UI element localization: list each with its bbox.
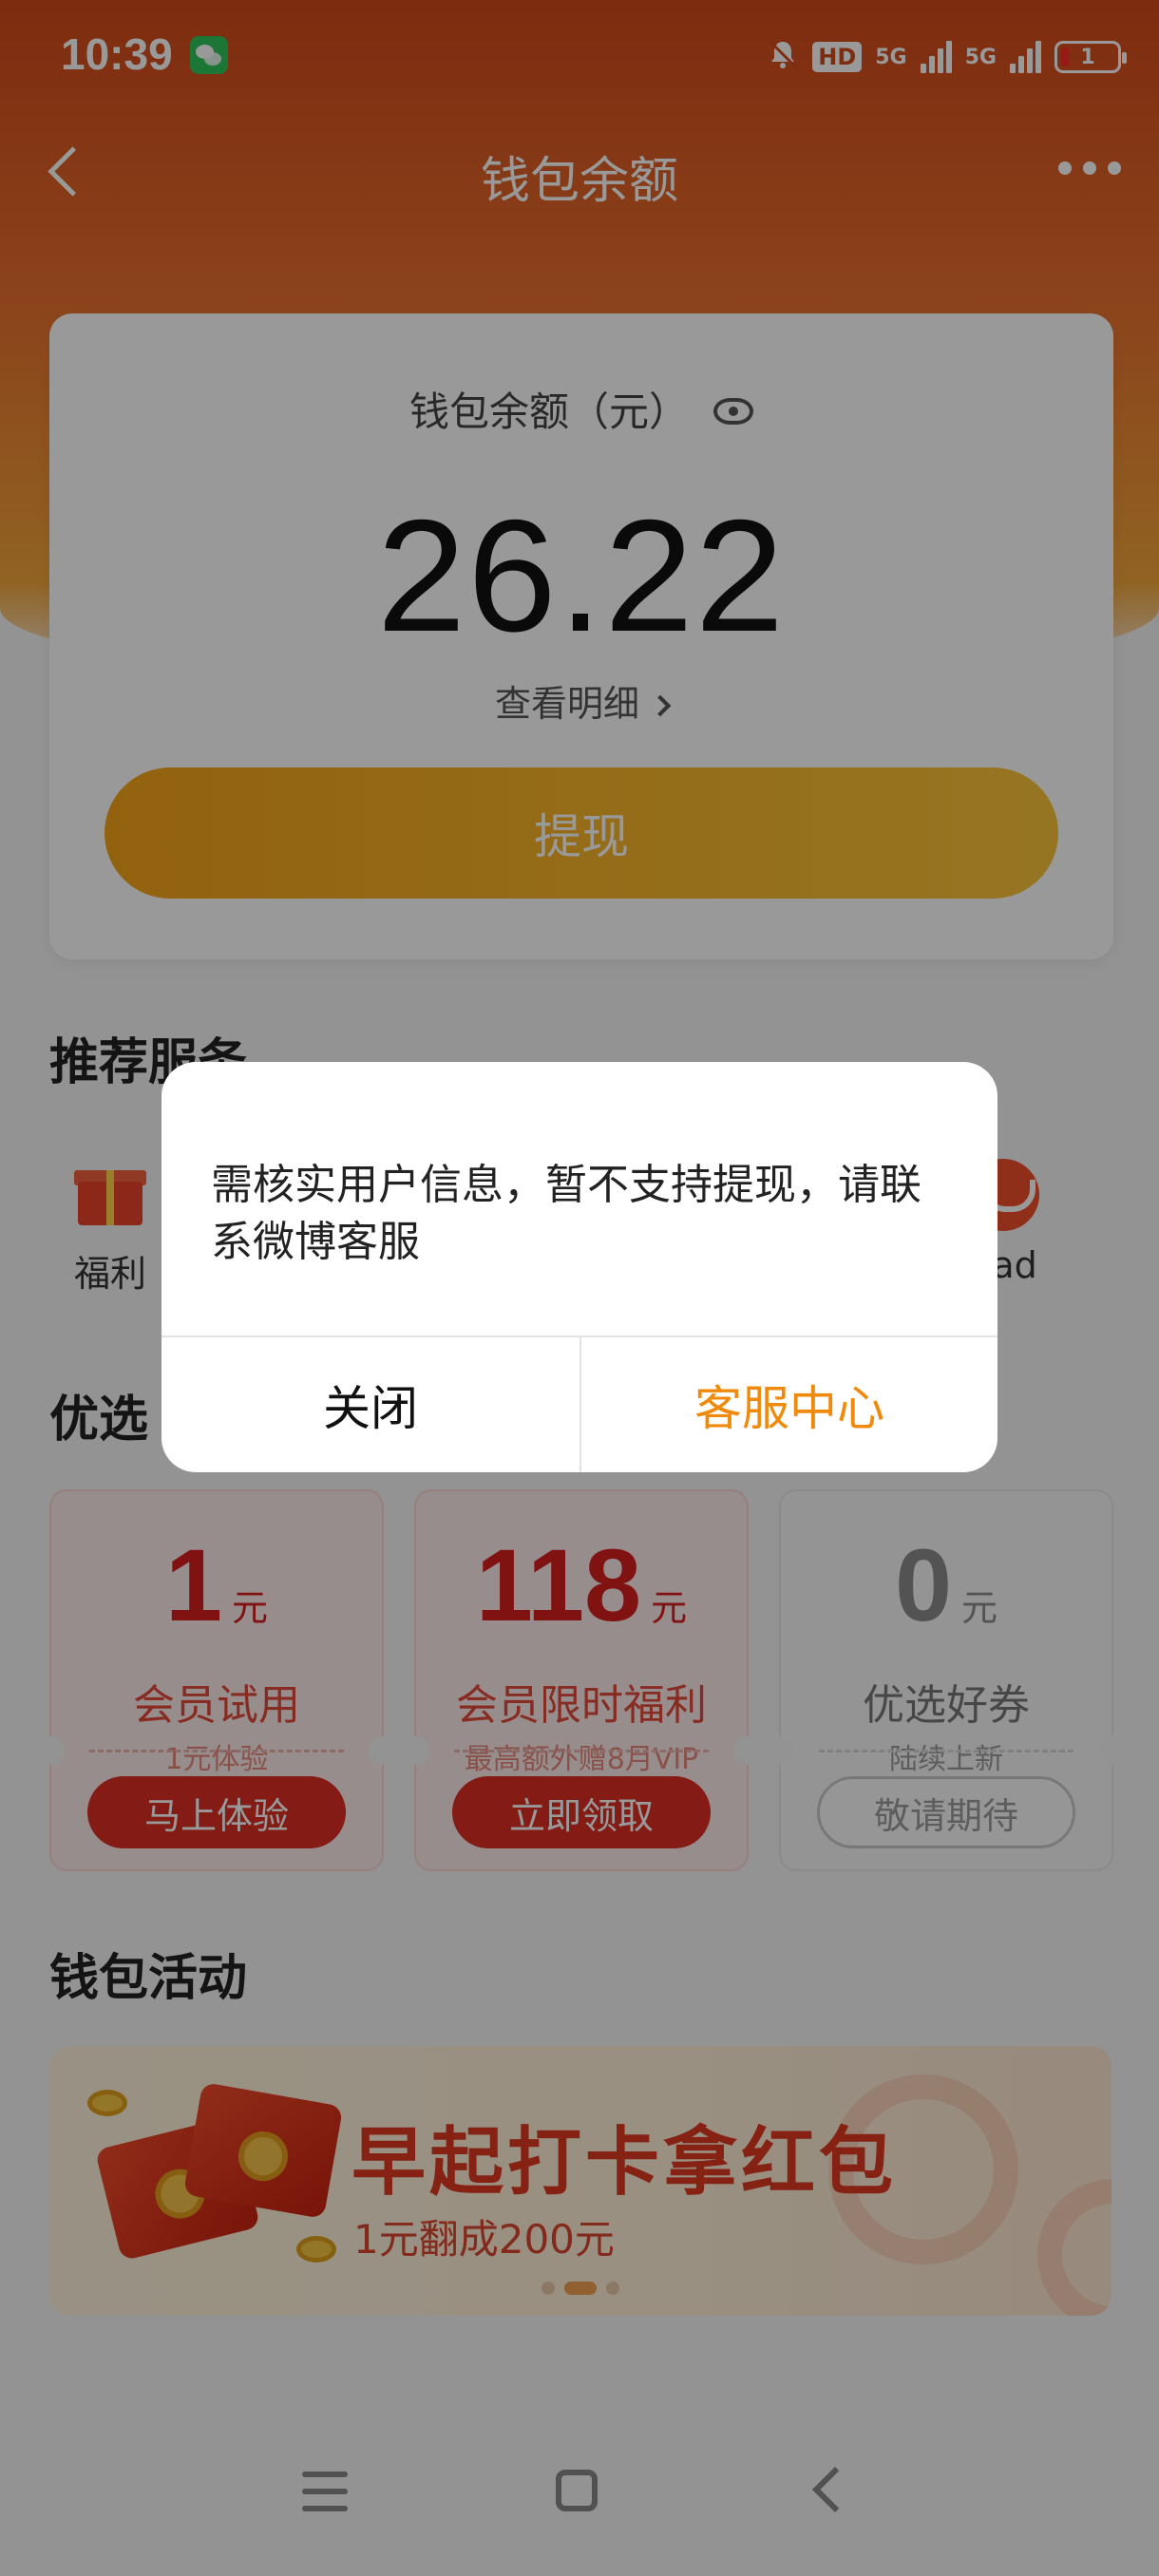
customer-service-button[interactable]: 客服中心: [580, 1337, 998, 1472]
dialog-message: 需核实用户信息，暂不支持提现，请联系微博客服: [211, 1161, 922, 1266]
withdraw-alert-dialog: 需核实用户信息，暂不支持提现，请联系微博客服 关闭 客服中心: [162, 1062, 998, 1472]
close-button[interactable]: 关闭: [162, 1337, 580, 1472]
